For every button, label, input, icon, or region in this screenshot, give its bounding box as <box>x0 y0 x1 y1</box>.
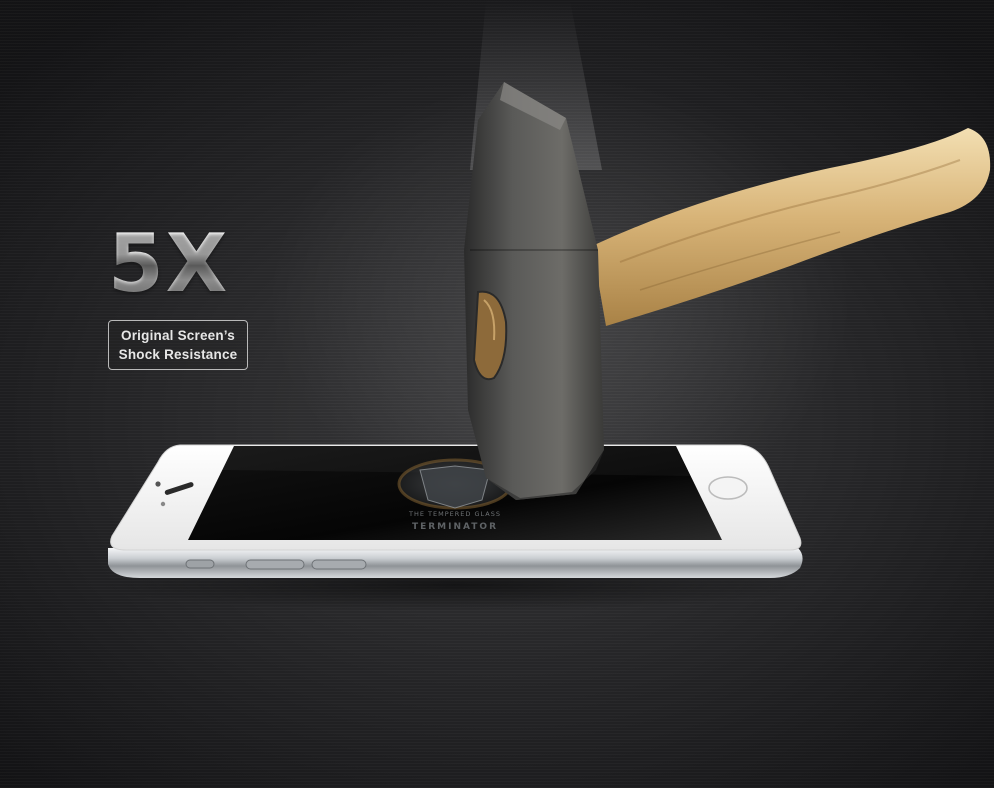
caption-box: Original Screen’s Shock Resistance <box>108 320 248 370</box>
caption-line-1: Original Screen’s <box>121 328 235 343</box>
multiplier-label: 5X <box>108 217 230 310</box>
home-button <box>708 476 748 500</box>
hammer-handle <box>592 128 991 326</box>
background-scene: THE TEMPERED GLASS TERMINATOR 5X Origina… <box>0 0 994 788</box>
hammer <box>464 82 991 500</box>
mute-switch <box>185 559 215 569</box>
sensor-dot <box>160 501 166 507</box>
volume-down-button <box>311 559 367 570</box>
caption-line-2: Shock Resistance <box>118 347 238 362</box>
hammer-eye-wedge <box>472 290 508 381</box>
logo-title: TERMINATOR <box>412 522 498 532</box>
volume-up-button <box>245 559 305 570</box>
product-illustration: THE TEMPERED GLASS TERMINATOR <box>95 0 991 611</box>
logo-subtitle: THE TEMPERED GLASS <box>408 510 501 518</box>
smartphone: THE TEMPERED GLASS TERMINATOR <box>108 444 803 578</box>
front-camera <box>155 481 161 487</box>
